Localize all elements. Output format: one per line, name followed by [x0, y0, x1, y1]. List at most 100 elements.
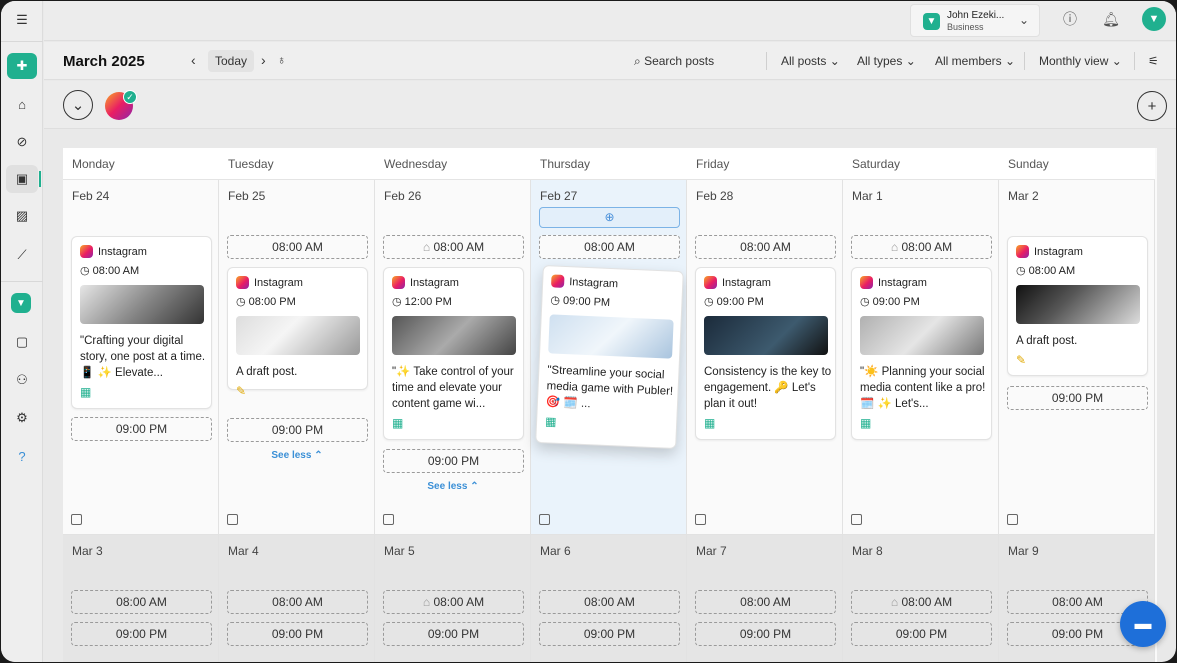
calendar-day-cell[interactable]: Feb 26 ⌂ 08:00 AM Instagram ◷ 12:00 PM "✨ Ta…: [375, 180, 531, 535]
search-posts[interactable]: ⌕ Search posts: [634, 54, 714, 69]
post-network: Instagram: [860, 276, 927, 289]
create-post-button[interactable]: ✚: [7, 53, 37, 79]
account-bar: ⌄ ✓ +: [44, 81, 1176, 129]
calendar-day-cell[interactable]: Mar 1 ⌂ 08:00 AM Instagram ◷ 09:00 PM "☀️ Pl…: [843, 180, 999, 535]
day-of-week-header: Friday: [687, 148, 843, 180]
help-icon[interactable]: ?: [6, 442, 38, 470]
analytics-icon[interactable]: ⟋: [6, 241, 38, 269]
clock-icon: ◷: [236, 296, 249, 308]
time-slot[interactable]: ⌂ 08:00 AM: [383, 590, 524, 614]
settings-icon[interactable]: ⚙: [6, 404, 38, 432]
time-slot[interactable]: 08:00 AM: [227, 590, 368, 614]
today-button[interactable]: Today: [208, 50, 255, 72]
time-slot[interactable]: 08:00 AM: [539, 590, 680, 614]
draft-icon: ✎: [1016, 353, 1027, 367]
calendar-day-cell[interactable]: Feb 24 Instagram ◷ 08:00 AM "Crafting your …: [63, 180, 219, 535]
filter-all-types[interactable]: All types ⌄: [857, 54, 916, 68]
day-of-week-header: Monday: [63, 148, 219, 180]
post-caption: "Crafting your digital story, one post a…: [80, 335, 206, 379]
clock-icon: ◷: [550, 294, 564, 307]
time-slot[interactable]: 09:00 PM: [1007, 386, 1148, 410]
workspace-switcher[interactable]: ▼ John Ezeki... Business ⌄: [910, 4, 1040, 37]
post-card[interactable]: Instagram ◷ 09:00 PM "☀️ Planning your soc…: [851, 267, 992, 440]
lightbulb-icon[interactable]: ♁: [277, 53, 286, 67]
instagram-icon: [1016, 245, 1029, 258]
see-less-link[interactable]: See less ⌃: [219, 450, 375, 461]
sliders-icon[interactable]: ⚟: [1148, 54, 1159, 68]
filter-all-posts[interactable]: All posts ⌄: [781, 54, 840, 68]
time-slot[interactable]: 09:00 PM: [71, 622, 212, 646]
clock-icon: ◷: [860, 296, 873, 308]
day-date: Feb 24: [72, 189, 110, 203]
notes-icon[interactable]: [383, 514, 394, 525]
calendar-day-cell[interactable]: Mar 8 ⌂ 08:00 AM 09:00 PM: [843, 535, 999, 662]
calendar-day-cell[interactable]: Mar 2 Instagram ◷ 08:00 AM A draft post. ✎ 09…: [999, 180, 1155, 535]
notes-icon[interactable]: [539, 514, 550, 525]
previous-month-button[interactable]: ‹: [191, 52, 196, 68]
post-card[interactable]: Instagram ◷ 08:00 AM A draft post. ✎: [1007, 236, 1148, 376]
time-slot[interactable]: ⌂ 08:00 AM: [851, 590, 992, 614]
instagram-icon: [550, 274, 565, 288]
calendar-day-cell[interactable]: Mar 3 08:00 AM 09:00 PM: [63, 535, 219, 662]
time-slot[interactable]: 08:00 AM: [539, 235, 680, 259]
notes-icon[interactable]: [71, 514, 82, 525]
workspace-logo-icon: ▼: [923, 13, 940, 30]
home-icon[interactable]: ⌂: [6, 90, 38, 118]
info-icon[interactable]: ⓘ: [1059, 8, 1081, 30]
post-card[interactable]: Instagram ◷ 08:00 PM A draft post. ✎: [227, 267, 368, 398]
post-card[interactable]: Instagram ◷ 08:00 AM "Crafting your digita…: [71, 236, 212, 409]
accounts-icon[interactable]: ▢: [6, 328, 38, 356]
notes-icon[interactable]: [851, 514, 862, 525]
time-slot[interactable]: 09:00 PM: [71, 417, 212, 441]
time-slot[interactable]: 08:00 AM: [695, 590, 836, 614]
calendar-day-cell[interactable]: Feb 27 ⊕ 08:00 AM Instagram ◷ 09:00 PM "Strea…: [531, 180, 687, 535]
day-of-week-header: Tuesday: [219, 148, 375, 180]
calendar-day-cell[interactable]: Mar 7 08:00 AM 09:00 PM: [687, 535, 843, 662]
time-slot[interactable]: 08:00 AM: [227, 235, 368, 259]
day-date: Mar 3: [72, 544, 103, 558]
calendar-icon[interactable]: ▣: [6, 165, 41, 193]
time-slot[interactable]: 09:00 PM: [383, 622, 524, 646]
post-card[interactable]: Instagram ◷ 09:00 PM Consistency is the ke…: [695, 267, 836, 440]
time-slot[interactable]: 08:00 AM: [695, 235, 836, 259]
see-less-link[interactable]: See less ⌃: [375, 481, 531, 492]
media-icon[interactable]: ▨: [6, 202, 38, 230]
add-post-button[interactable]: ⊕: [539, 207, 680, 228]
collapse-accounts-button[interactable]: ⌄: [63, 90, 93, 120]
chat-support-button[interactable]: ▬: [1120, 601, 1166, 647]
day-date: Mar 9: [1008, 544, 1039, 558]
time-slot[interactable]: 09:00 PM: [851, 622, 992, 646]
next-month-button[interactable]: ›: [261, 52, 266, 68]
tag-icon: ⌂: [890, 595, 902, 609]
month-title: March 2025: [63, 53, 145, 70]
post-card[interactable]: Instagram ◷ 12:00 PM "✨ Take control of yo…: [383, 267, 524, 440]
calendar-day-cell[interactable]: Feb 28 08:00 AM Instagram ◷ 09:00 PM Consist…: [687, 180, 843, 535]
notes-icon[interactable]: [227, 514, 238, 525]
time-slot[interactable]: 09:00 PM: [227, 622, 368, 646]
time-slot[interactable]: 09:00 PM: [383, 449, 524, 473]
bell-icon[interactable]: 🔔︎: [1100, 8, 1122, 30]
time-slot[interactable]: ⌂ 08:00 AM: [383, 235, 524, 259]
time-slot[interactable]: ⌂ 08:00 AM: [851, 235, 992, 259]
calendar-day-cell[interactable]: Mar 4 08:00 AM 09:00 PM: [219, 535, 375, 662]
notes-icon[interactable]: [1007, 514, 1018, 525]
time-slot[interactable]: 08:00 AM: [71, 590, 212, 614]
avatar[interactable]: ▼: [1142, 7, 1166, 31]
time-slot[interactable]: 09:00 PM: [695, 622, 836, 646]
time-slot[interactable]: 09:00 PM: [227, 418, 368, 442]
notes-icon[interactable]: [695, 514, 706, 525]
view-selector[interactable]: Monthly view ⌄: [1039, 54, 1122, 68]
compass-icon[interactable]: ⊘: [6, 128, 38, 156]
post-card[interactable]: Instagram ◷ 09:00 PM "Streamline your soci…: [535, 265, 684, 449]
calendar-day-cell[interactable]: Mar 5 ⌂ 08:00 AM 09:00 PM: [375, 535, 531, 662]
filter-all-members[interactable]: All members ⌄: [935, 54, 1015, 68]
workspace-logo-icon[interactable]: ▼: [11, 293, 31, 313]
expand-sidebar-icon[interactable]: ☰: [6, 6, 38, 34]
day-date: Feb 27: [540, 189, 578, 203]
calendar-day-cell[interactable]: Feb 25 08:00 AM Instagram ◷ 08:00 PM A draft…: [219, 180, 375, 535]
post-caption: A draft post.: [1016, 335, 1078, 347]
calendar-day-cell[interactable]: Mar 6 08:00 AM 09:00 PM: [531, 535, 687, 662]
time-slot[interactable]: 09:00 PM: [539, 622, 680, 646]
members-icon[interactable]: ⚇: [6, 366, 38, 394]
add-account-button[interactable]: +: [1137, 91, 1167, 121]
